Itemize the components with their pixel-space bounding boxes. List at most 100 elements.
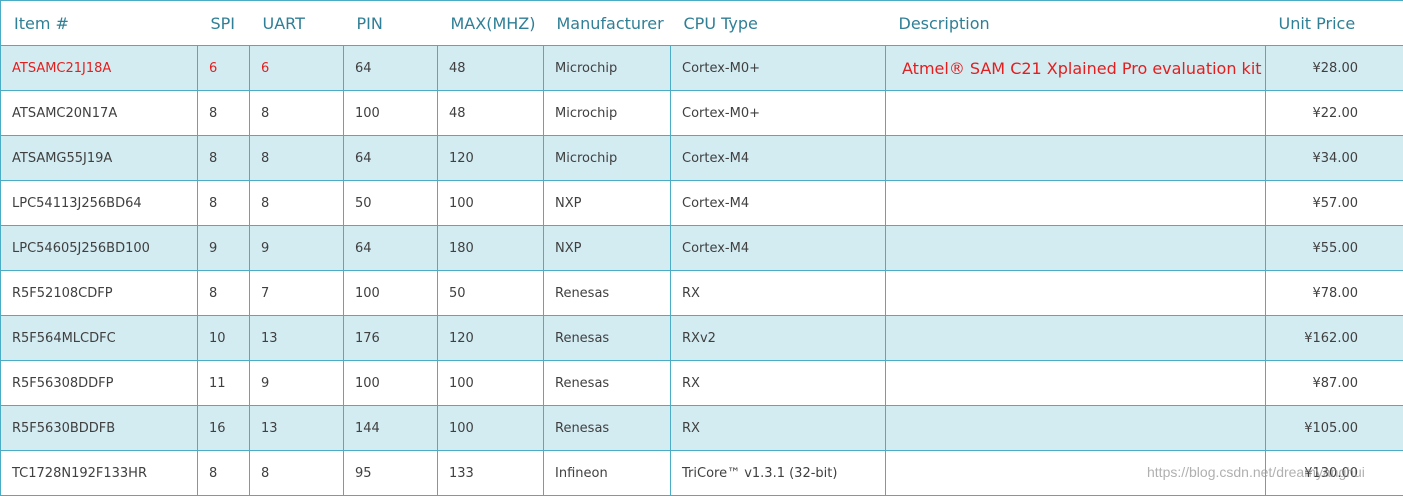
cell-description bbox=[885, 270, 1266, 316]
cell-description: Atmel® SAM C21 Xplained Pro evaluation k… bbox=[885, 45, 1266, 91]
cell-unit-price: ¥55.00 bbox=[1265, 225, 1403, 271]
cell-manufacturer: Renesas bbox=[543, 360, 671, 406]
cell-pin: 100 bbox=[343, 90, 438, 136]
cell-max-mhz: 50 bbox=[437, 270, 544, 316]
cell-unit-price: ¥22.00 bbox=[1265, 90, 1403, 136]
cell-uart: 6 bbox=[249, 45, 344, 91]
cell-uart: 9 bbox=[249, 360, 344, 406]
table-row: LPC54605J256BD100 9 9 64 180 NXP Cortex-… bbox=[0, 225, 1403, 271]
cell-cpu-type: Cortex-M0+ bbox=[670, 45, 886, 91]
cell-item: LPC54605J256BD100 bbox=[0, 225, 198, 271]
cell-item: ATSAMC20N17A bbox=[0, 90, 198, 136]
cell-max-mhz: 48 bbox=[437, 90, 544, 136]
cell-uart: 8 bbox=[249, 90, 344, 136]
cell-cpu-type: Cortex-M4 bbox=[670, 135, 886, 181]
cell-cpu-type: TriCore™ v1.3.1 (32-bit) bbox=[670, 450, 886, 496]
cell-uart: 8 bbox=[249, 450, 344, 496]
table-row: R5F56308DDFP 11 9 100 100 Renesas RX ¥87… bbox=[0, 360, 1403, 406]
cell-description bbox=[885, 135, 1266, 181]
cell-cpu-type: RX bbox=[670, 270, 886, 316]
cell-item: R5F5630BDDFB bbox=[0, 405, 198, 451]
cell-unit-price: ¥87.00 bbox=[1265, 360, 1403, 406]
cell-manufacturer: NXP bbox=[543, 225, 671, 271]
cell-item: ATSAMG55J19A bbox=[0, 135, 198, 181]
cell-description bbox=[885, 90, 1266, 136]
cell-max-mhz: 100 bbox=[437, 180, 544, 226]
cell-spi: 9 bbox=[197, 225, 250, 271]
cell-cpu-type: Cortex-M4 bbox=[670, 225, 886, 271]
cell-unit-price: ¥57.00 bbox=[1265, 180, 1403, 226]
cell-manufacturer: Microchip bbox=[543, 45, 671, 91]
cell-max-mhz: 120 bbox=[437, 135, 544, 181]
cell-uart: 8 bbox=[249, 135, 344, 181]
cell-spi: 6 bbox=[197, 45, 250, 91]
cell-item: ATSAMC21J18A bbox=[0, 45, 198, 91]
cell-spi: 8 bbox=[197, 180, 250, 226]
cell-spi: 8 bbox=[197, 90, 250, 136]
table-row: ATSAMG55J19A 8 8 64 120 Microchip Cortex… bbox=[0, 135, 1403, 181]
cell-pin: 64 bbox=[343, 135, 438, 181]
cell-spi: 8 bbox=[197, 135, 250, 181]
table-row: R5F52108CDFP 8 7 100 50 Renesas RX ¥78.0… bbox=[0, 270, 1403, 316]
watermark: https://blog.csdn.net/dreamyanghui bbox=[1147, 464, 1365, 480]
cell-spi: 10 bbox=[197, 315, 250, 361]
header-spi: SPI bbox=[197, 0, 250, 46]
header-manufacturer: Manufacturer bbox=[543, 0, 671, 46]
cell-max-mhz: 100 bbox=[437, 405, 544, 451]
cell-manufacturer: Renesas bbox=[543, 270, 671, 316]
cell-pin: 64 bbox=[343, 45, 438, 91]
cell-pin: 50 bbox=[343, 180, 438, 226]
cell-unit-price: ¥28.00 bbox=[1265, 45, 1403, 91]
cell-pin: 64 bbox=[343, 225, 438, 271]
cell-uart: 9 bbox=[249, 225, 344, 271]
microcontroller-table: Item # SPI UART PIN MAX(MHZ) Manufacture… bbox=[0, 0, 1403, 496]
cell-spi: 16 bbox=[197, 405, 250, 451]
cell-description bbox=[885, 180, 1266, 226]
header-row: Item # SPI UART PIN MAX(MHZ) Manufacture… bbox=[0, 0, 1403, 46]
cell-cpu-type: Cortex-M0+ bbox=[670, 90, 886, 136]
header-uart: UART bbox=[249, 0, 344, 46]
cell-pin: 95 bbox=[343, 450, 438, 496]
cell-max-mhz: 120 bbox=[437, 315, 544, 361]
cell-pin: 176 bbox=[343, 315, 438, 361]
table-row: R5F5630BDDFB 16 13 144 100 Renesas RX ¥1… bbox=[0, 405, 1403, 451]
cell-uart: 8 bbox=[249, 180, 344, 226]
cell-pin: 144 bbox=[343, 405, 438, 451]
cell-pin: 100 bbox=[343, 270, 438, 316]
cell-max-mhz: 133 bbox=[437, 450, 544, 496]
cell-unit-price: ¥34.00 bbox=[1265, 135, 1403, 181]
cell-cpu-type: Cortex-M4 bbox=[670, 180, 886, 226]
cell-max-mhz: 100 bbox=[437, 360, 544, 406]
cell-max-mhz: 48 bbox=[437, 45, 544, 91]
cell-max-mhz: 180 bbox=[437, 225, 544, 271]
cell-description bbox=[885, 360, 1266, 406]
cell-unit-price: ¥78.00 bbox=[1265, 270, 1403, 316]
cell-pin: 100 bbox=[343, 360, 438, 406]
cell-item: R5F52108CDFP bbox=[0, 270, 198, 316]
table-row: R5F564MLCDFC 10 13 176 120 Renesas RXv2 … bbox=[0, 315, 1403, 361]
header-unit-price: Unit Price bbox=[1265, 0, 1403, 46]
cell-item: TC1728N192F133HR bbox=[0, 450, 198, 496]
cell-item: R5F564MLCDFC bbox=[0, 315, 198, 361]
cell-unit-price: ¥162.00 bbox=[1265, 315, 1403, 361]
cell-description bbox=[885, 225, 1266, 271]
cell-manufacturer: Microchip bbox=[543, 90, 671, 136]
cell-cpu-type: RX bbox=[670, 405, 886, 451]
header-cpu-type: CPU Type bbox=[670, 0, 886, 46]
cell-manufacturer: Renesas bbox=[543, 405, 671, 451]
table-row: LPC54113J256BD64 8 8 50 100 NXP Cortex-M… bbox=[0, 180, 1403, 226]
cell-cpu-type: RX bbox=[670, 360, 886, 406]
header-description: Description bbox=[885, 0, 1266, 46]
cell-uart: 7 bbox=[249, 270, 344, 316]
header-max-mhz: MAX(MHZ) bbox=[437, 0, 544, 46]
cell-spi: 8 bbox=[197, 270, 250, 316]
cell-description bbox=[885, 405, 1266, 451]
header-pin: PIN bbox=[343, 0, 438, 46]
cell-manufacturer: Infineon bbox=[543, 450, 671, 496]
header-item: Item # bbox=[0, 0, 198, 46]
cell-uart: 13 bbox=[249, 315, 344, 361]
table-row: ATSAMC20N17A 8 8 100 48 Microchip Cortex… bbox=[0, 90, 1403, 136]
cell-description bbox=[885, 315, 1266, 361]
cell-manufacturer: Renesas bbox=[543, 315, 671, 361]
cell-spi: 11 bbox=[197, 360, 250, 406]
